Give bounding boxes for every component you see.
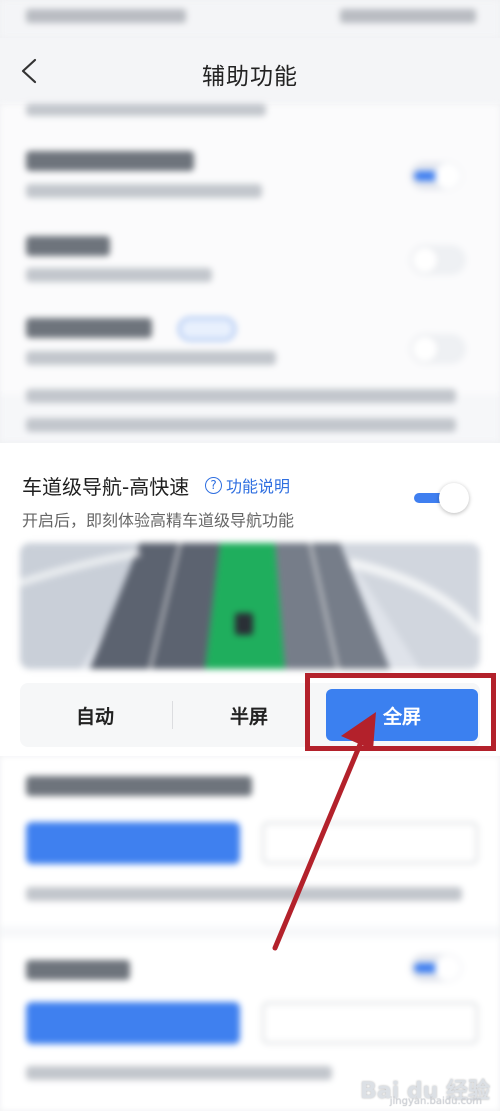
blurred-bottom-section xyxy=(0,756,500,1111)
mode-auto-button[interactable]: 自动 xyxy=(20,689,170,741)
navigation-header: 辅助功能 xyxy=(0,38,500,104)
blurred-option-button[interactable] xyxy=(262,822,478,864)
feature-description: 开启后，即刻体验高精车道级导航功能 xyxy=(22,511,295,530)
lane-navigation-preview-image xyxy=(20,543,480,669)
blurred-option-button[interactable] xyxy=(26,822,240,864)
setting-toggle[interactable] xyxy=(410,954,462,982)
setting-toggle[interactable] xyxy=(410,245,466,275)
feature-toggle[interactable] xyxy=(412,482,470,514)
watermark-sub: jingyan.baidu.com xyxy=(389,1096,482,1107)
setting-toggle[interactable] xyxy=(410,162,462,190)
baidu-jingyan-watermark: Bai du 经验 jingyan.baidu.com xyxy=(360,1073,490,1107)
blurred-option-button[interactable] xyxy=(26,1002,240,1044)
settings-card xyxy=(0,104,500,394)
feature-help-label: 功能说明 xyxy=(226,477,291,496)
page-title: 辅助功能 xyxy=(202,64,298,90)
bottom-settings-card xyxy=(0,756,500,926)
mode-half-screen-button[interactable]: 半屏 xyxy=(174,689,324,741)
segment-divider xyxy=(172,701,173,729)
blurred-option-button[interactable] xyxy=(262,1002,478,1044)
annotation-highlight-box xyxy=(305,673,496,751)
status-bar-system-icons xyxy=(340,9,476,23)
feature-help-link[interactable]: ? 功能说明 xyxy=(205,473,290,497)
status-bar xyxy=(0,0,500,38)
setting-toggle[interactable] xyxy=(410,334,466,364)
feature-title: 车道级导航-高快速 xyxy=(22,475,190,499)
question-circle-icon: ? xyxy=(205,476,222,494)
status-bar-carrier xyxy=(26,9,186,23)
blurred-settings-section xyxy=(0,104,500,442)
setting-badge xyxy=(178,317,236,341)
toggle-knob xyxy=(439,483,469,513)
